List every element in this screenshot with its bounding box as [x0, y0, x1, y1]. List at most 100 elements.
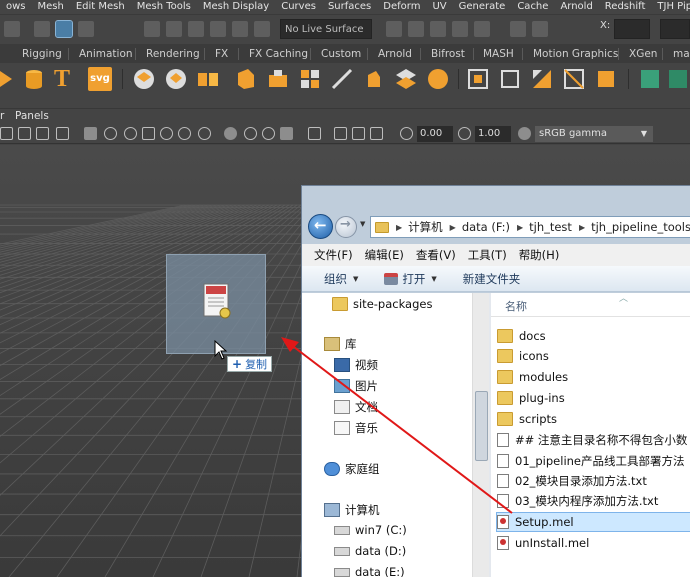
ipr-render-icon[interactable]: [430, 21, 446, 37]
xray-icon[interactable]: [308, 127, 321, 140]
mirror-icon[interactable]: [530, 67, 554, 91]
menu-help[interactable]: 帮助(H): [519, 247, 560, 263]
menu-arnold[interactable]: Arnold: [554, 0, 598, 14]
nav-item-drive-e[interactable]: data (E:): [334, 565, 405, 577]
breadcrumb-computer[interactable]: 计算机: [408, 219, 443, 235]
new-folder-button[interactable]: 新建文件夹: [463, 271, 521, 287]
merge-icon[interactable]: [394, 67, 418, 91]
file-row-plug-ins[interactable]: plug-ins: [497, 388, 690, 408]
nav-item-computer[interactable]: 计算机: [324, 502, 380, 518]
menu-uv[interactable]: UV: [426, 0, 452, 14]
nav-item-drive-d[interactable]: data (D:): [334, 544, 406, 558]
select-object-icon[interactable]: [78, 21, 94, 37]
color-management-icon[interactable]: [518, 127, 531, 140]
menu-tools[interactable]: 工具(T): [468, 247, 507, 263]
breadcrumb-tjh-test[interactable]: tjh_test: [529, 220, 572, 234]
text-tool-icon[interactable]: T: [54, 67, 78, 91]
shadows-icon[interactable]: [178, 127, 191, 140]
file-row-docs[interactable]: docs: [497, 326, 690, 346]
gamma-field[interactable]: 1.00: [475, 126, 511, 142]
render-settings-icon[interactable]: [452, 21, 468, 37]
bevel-icon[interactable]: [298, 67, 322, 91]
shader-icon[interactable]: [666, 67, 690, 91]
open-button[interactable]: 打开 ▼: [384, 271, 437, 287]
organize-button[interactable]: 组织 ▼: [324, 271, 358, 287]
depth-of-field-icon[interactable]: [262, 127, 275, 140]
wireframe-icon[interactable]: [104, 127, 117, 140]
menu-surfaces[interactable]: Surfaces: [322, 0, 377, 14]
back-button[interactable]: ←: [308, 214, 333, 239]
bounding-box-icon[interactable]: [498, 67, 522, 91]
exposure-icon[interactable]: [400, 127, 413, 140]
camera-attributes-icon[interactable]: [18, 127, 31, 140]
file-row-module-program-guide[interactable]: 03_模块内程序添加方法.txt: [497, 491, 690, 511]
file-row-scripts[interactable]: scripts: [497, 409, 690, 429]
live-surface-field[interactable]: No Live Surface: [280, 19, 372, 39]
menu-redshift[interactable]: Redshift: [599, 0, 652, 14]
menu-view[interactable]: 查看(V): [416, 247, 456, 263]
gate-mask-icon[interactable]: [370, 127, 383, 140]
navigation-scrollbar[interactable]: [472, 293, 489, 577]
pause-icon[interactable]: [532, 21, 548, 37]
ambient-occlusion-icon[interactable]: [198, 127, 211, 140]
forward-button[interactable]: →: [335, 216, 357, 238]
textured-icon[interactable]: [142, 127, 155, 140]
image-plane-icon[interactable]: [56, 127, 69, 140]
nav-item-library[interactable]: 库: [324, 336, 357, 352]
chevron-right-icon[interactable]: ▶: [517, 223, 523, 232]
shelf-tab-more[interactable]: ma: [673, 46, 690, 62]
shelf-tab-rendering[interactable]: Rendering: [146, 46, 200, 62]
smooth-shade-icon[interactable]: [124, 127, 137, 140]
nav-item-documents[interactable]: 文档: [334, 399, 378, 415]
lighting-icon[interactable]: [160, 127, 173, 140]
nav-item-videos[interactable]: 视频: [334, 357, 378, 373]
shelf-tab-animation[interactable]: Animation: [79, 46, 133, 62]
menu-mesh-tools[interactable]: Mesh Tools: [131, 0, 197, 14]
layers-icon[interactable]: [132, 67, 156, 91]
snap-view-plane-icon[interactable]: [232, 21, 248, 37]
menu-mesh[interactable]: Mesh: [32, 0, 70, 14]
bookmark-icon[interactable]: [36, 127, 49, 140]
recent-pages-dropdown[interactable]: ▼: [360, 220, 365, 228]
view-transform-dropdown[interactable]: sRGB gamma ▼: [535, 126, 653, 142]
nav-item-site-packages[interactable]: site-packages: [332, 297, 432, 311]
multi-cut-icon[interactable]: [330, 67, 354, 91]
y-coordinate-field[interactable]: [660, 19, 690, 39]
snap-grid-icon[interactable]: [144, 21, 160, 37]
file-row-module-dir-guide[interactable]: 02_模块目录添加方法.txt: [497, 471, 690, 491]
menu-mesh-display[interactable]: Mesh Display: [197, 0, 275, 14]
menu-windows[interactable]: ows: [0, 0, 32, 14]
cone-icon[interactable]: [0, 67, 20, 91]
menu-renderer[interactable]: r: [0, 110, 4, 122]
shelf-tab-rigging[interactable]: Rigging: [22, 46, 62, 62]
menu-edit-mesh[interactable]: Edit Mesh: [70, 0, 131, 14]
column-header-name[interactable]: 名称 ︿: [491, 293, 690, 317]
nav-item-drive-c[interactable]: win7 (C:): [334, 523, 407, 537]
xray-joints-icon[interactable]: [334, 127, 347, 140]
scrollbar-thumb[interactable]: [475, 391, 488, 461]
svg-tool-icon[interactable]: svg: [88, 67, 112, 91]
menu-deform[interactable]: Deform: [377, 0, 426, 14]
chevron-right-icon[interactable]: ▶: [396, 223, 402, 232]
file-row-uninstall-mel[interactable]: unInstall.mel: [497, 533, 690, 553]
snap-projected-icon[interactable]: [210, 21, 226, 37]
chevron-right-icon[interactable]: ▶: [450, 223, 456, 232]
nav-item-pictures[interactable]: 图片: [334, 378, 378, 394]
target-weld-icon[interactable]: [362, 67, 386, 91]
file-row-icons[interactable]: icons: [497, 346, 690, 366]
x-coordinate-field[interactable]: [614, 19, 650, 39]
separate-icon[interactable]: [196, 67, 220, 91]
freeze-icon[interactable]: [594, 67, 618, 91]
center-pivot-icon[interactable]: [562, 67, 586, 91]
breadcrumb-pipeline-tools[interactable]: tjh_pipeline_tools: [591, 220, 690, 234]
isolate-select-icon[interactable]: [280, 127, 293, 140]
gamma-icon[interactable]: [458, 127, 471, 140]
file-row-setup-mel[interactable]: Setup.mel: [496, 512, 690, 532]
xray-active-icon[interactable]: [352, 127, 365, 140]
material-icon[interactable]: [638, 67, 662, 91]
motion-blur-icon[interactable]: [224, 127, 237, 140]
shelf-tab-fx[interactable]: FX: [215, 46, 228, 62]
nav-item-homegroup[interactable]: 家庭组: [324, 461, 380, 477]
shelf-tab-motion-graphics[interactable]: Motion Graphics: [533, 46, 618, 62]
select-tool-icon[interactable]: [34, 21, 50, 37]
